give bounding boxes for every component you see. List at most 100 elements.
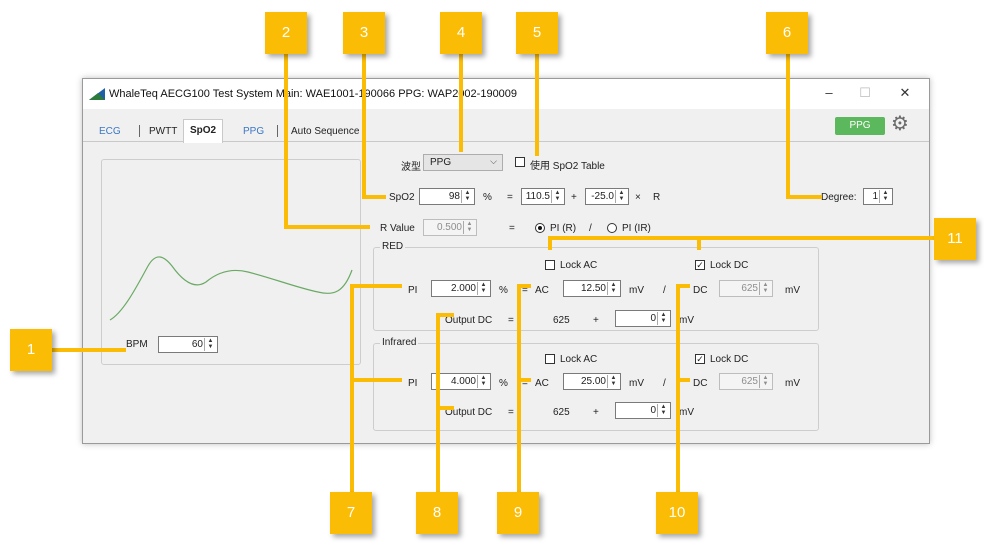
spin-arrows-icon[interactable]: ▲ ▼ [477,375,489,388]
ppg-status-button[interactable]: PPG [835,117,885,135]
callout-7-leader [350,284,402,288]
red-lock-ac-label: Lock AC [560,260,598,271]
callout-1-leader [50,348,126,352]
divide-sign: / [663,378,666,389]
spin-arrows-icon[interactable]: ▲ ▼ [551,190,563,203]
degree-value: 1 [872,191,878,202]
bpm-spinbox[interactable]: 60 ▲ ▼ [158,336,218,353]
tab-auto-sequence[interactable]: Auto Sequence [291,123,359,141]
callout-10-leader [676,284,680,494]
callout-8-leader [436,313,454,317]
callout-6-leader [786,195,822,199]
pi-ir-radio[interactable] [607,223,617,233]
red-pi-spinbox[interactable]: 2.000 ▲ ▼ [431,280,491,297]
r-symbol: R [653,192,661,203]
equals-sign: = [509,223,515,234]
spin-arrows-icon: ▲ ▼ [759,282,771,295]
red-lock-ac-checkbox[interactable] [545,260,555,270]
spin-arrows-icon[interactable]: ▲ ▼ [607,282,619,295]
spo2-label: SpO2 [389,192,415,203]
ir-offset-spinbox[interactable]: 0 ▲ ▼ [615,402,671,419]
ir-dc-value: 625 [741,376,758,387]
window-title: WhaleTeq AECG100 Test System Main: WAE10… [109,88,518,100]
callout-8-leader [436,406,454,410]
red-ac-spinbox[interactable]: 12.50 ▲ ▼ [563,280,621,297]
coefficient-b-spinbox[interactable]: -25.0 ▲ ▼ [585,188,629,205]
tab-ecg[interactable]: ECG [99,123,121,141]
ir-dc-label: DC [693,378,708,389]
ir-pi-percent: % [499,378,508,389]
red-offset-value: 0 [650,313,656,324]
waveform-selected: PPG [430,157,452,168]
spin-arrows-icon[interactable]: ▲ ▼ [461,190,473,203]
bpm-value: 60 [191,339,203,350]
gear-icon[interactable]: ⚙ [891,113,909,135]
callout-1: 1 [10,329,52,371]
callout-4: 4 [440,12,482,54]
red-offset-spinbox[interactable]: 0 ▲ ▼ [615,310,671,327]
ir-pi-spinbox[interactable]: 4.000 ▲ ▼ [431,373,491,390]
infrared-group-title: Infrared [380,337,419,348]
ir-offset-unit: mV [679,407,694,418]
callout-9-leader [517,284,531,288]
spin-arrows-icon: ▲ ▼ [759,375,771,388]
waveform-label: 波型 [401,162,421,173]
minimize-button[interactable]: – [819,85,839,101]
ir-lock-ac-checkbox[interactable] [545,354,555,364]
close-button[interactable]: ✕ [895,85,915,101]
callout-8-leader [436,313,440,494]
waveform-select[interactable]: PPG ⌵ [423,154,503,171]
callout-11-leader [548,236,940,240]
callout-7-leader [350,284,354,494]
tab-ppg[interactable]: PPG [243,123,264,141]
spin-arrows-icon[interactable]: ▲ ▼ [657,404,669,417]
red-dc-spinbox: 625 ▲ ▼ [719,280,773,297]
ir-lock-ac-label: Lock AC [560,354,598,365]
spin-arrows-icon[interactable]: ▲ ▼ [477,282,489,295]
bpm-label: BPM [126,339,148,350]
tab-spo2[interactable]: SpO2 [183,119,224,143]
callout-6: 6 [766,12,808,54]
ir-ac-label: AC [535,378,549,389]
spin-arrows-icon[interactable]: ▲ ▼ [204,338,216,351]
red-ac-label: AC [535,285,549,296]
tab-separator [139,125,140,137]
spin-arrows-icon[interactable]: ▲ ▼ [615,190,627,203]
red-lock-dc-checkbox[interactable]: ✓ [695,260,705,270]
plus-sign: + [593,407,599,418]
ir-dc-spinbox: 625 ▲ ▼ [719,373,773,390]
r-value-label: R Value [380,223,415,234]
tab-pwtt[interactable]: PWTT [149,123,177,141]
tab-strip: ECG PWTT SpO2 PPG Auto Sequence [83,119,929,143]
spin-arrows-icon[interactable]: ▲ ▼ [657,312,669,325]
equals-sign: = [508,407,514,418]
spin-arrows-icon[interactable]: ▲ ▼ [607,375,619,388]
callout-5-leader [535,40,539,156]
pi-red-radio[interactable] [535,223,545,233]
callout-9-leader [517,378,531,382]
maximize-button[interactable]: ☐ [855,85,875,101]
ir-lock-dc-checkbox[interactable]: ✓ [695,354,705,364]
use-spo2-table-checkbox[interactable] [515,157,525,167]
callout-9-leader [517,284,521,494]
ir-ac-spinbox[interactable]: 25.00 ▲ ▼ [563,373,621,390]
ir-ac-value: 25.00 [580,376,606,387]
ir-pi-value: 4.000 [450,376,476,387]
coefficient-a-spinbox[interactable]: 110.5 ▲ ▼ [521,188,565,205]
app-window: WhaleTeq AECG100 Test System Main: WAE10… [82,78,930,444]
ir-pi-label: PI [408,378,418,389]
red-lock-dc-label: Lock DC [710,260,749,271]
spin-arrows-icon[interactable]: ▲ ▼ [879,190,891,203]
callout-10-leader [676,284,690,288]
red-pi-percent: % [499,285,508,296]
times-sign: × [635,192,641,203]
plus-sign: + [593,315,599,326]
red-dc-unit: mV [785,285,800,296]
spo2-spinbox[interactable]: 98 ▲ ▼ [419,188,475,205]
callout-6-leader [786,40,790,198]
coefficient-b-value: -25.0 [591,191,614,202]
degree-spinbox[interactable]: 1 ▲ ▼ [863,188,893,205]
callout-2-leader [284,40,288,228]
red-dc-label: DC [693,285,708,296]
callout-11-leader [548,236,552,250]
